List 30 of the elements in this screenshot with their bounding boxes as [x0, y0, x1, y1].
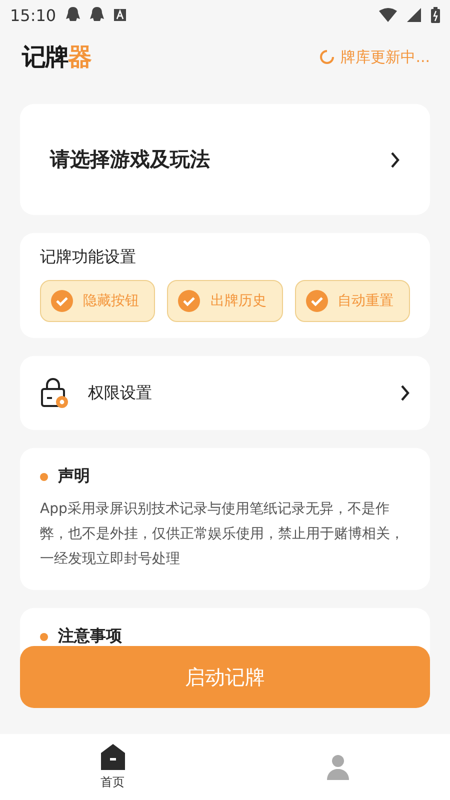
sync-status: 牌库更新中...	[340, 48, 430, 66]
section-title: 记牌功能设置	[40, 247, 137, 268]
start-button[interactable]: 启动记牌	[20, 646, 430, 708]
permissions-row[interactable]: 权限设置	[20, 356, 430, 430]
notice-title: 声明	[58, 466, 90, 487]
notice-title: 注意事项	[58, 626, 122, 647]
bullet-dot	[40, 632, 48, 640]
feature-toggle[interactable]: 隐藏按钮	[40, 280, 156, 322]
game-select-label: 请选择游戏及玩法	[50, 146, 211, 173]
lock-gear-icon	[40, 377, 70, 409]
wifi-icon	[379, 8, 397, 22]
game-select-row[interactable]: 请选择游戏及玩法	[20, 104, 430, 215]
notification-icon	[90, 7, 104, 23]
home-icon	[100, 744, 124, 770]
app-logo: 记牌器	[22, 42, 91, 73]
notice-text: App采用录屏识别技术记录与使用笔纸记录无异，不是作弊，也不是外挂，仅供正常娱乐使用，禁止用于赌博相关，一经发现立即封号处理	[40, 500, 405, 569]
chevron-right-icon	[400, 384, 410, 402]
chevron-right-icon	[390, 150, 400, 168]
keyboard-icon	[114, 9, 126, 21]
feature-toggle[interactable]: 自动重置	[294, 280, 410, 322]
nav-tab[interactable]: 首页	[0, 734, 225, 800]
battery-icon	[431, 7, 440, 23]
status-time: 15:10	[10, 6, 56, 24]
person-icon	[326, 754, 350, 780]
permissions-label: 权限设置	[88, 382, 153, 404]
loading-spinner-icon	[318, 49, 335, 65]
notification-icon	[66, 7, 80, 23]
feature-toggle[interactable]: 出牌历史	[167, 280, 283, 322]
signal-icon	[407, 8, 421, 22]
bullet-dot	[40, 472, 48, 480]
